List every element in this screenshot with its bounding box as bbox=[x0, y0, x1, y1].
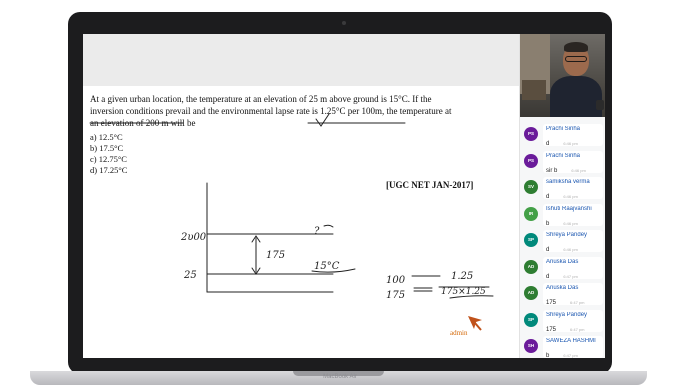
chat-time: 6:46 pm bbox=[563, 247, 578, 252]
chat-message: PS Prachi Sinha d 6:46 pm bbox=[523, 122, 605, 148]
chat-text: d bbox=[546, 141, 550, 147]
chat-message: SV samiksha verma d 6:46 pm bbox=[523, 175, 605, 201]
chat-message: SP Shreya Pandey d 6:46 pm bbox=[523, 228, 605, 254]
chat-message: IR Ishuti Raajvanshi b 6:46 pm bbox=[523, 202, 605, 228]
chat-text: 175 bbox=[546, 326, 557, 333]
chat-bubble: Prachi Sinha d 6:46 pm bbox=[543, 124, 603, 147]
tick-mark bbox=[315, 113, 330, 127]
label-elev-bottom: 25 bbox=[183, 270, 197, 281]
chat-panel: PS Prachi Sinha d 6:46 pm PS Prachi Sinha sir … bbox=[519, 34, 605, 358]
chat-time: 6:47 pm bbox=[570, 326, 585, 332]
label-base-temp: 15°C bbox=[314, 261, 340, 272]
avatar: SP bbox=[524, 233, 538, 247]
calc-r2-right: 175×1.25 bbox=[441, 287, 486, 297]
chat-message: AD Anuska Das 175 6:47 pm bbox=[523, 281, 605, 307]
chat-username: Prachi Sinha bbox=[546, 126, 581, 132]
chat-time: 6:46 pm bbox=[563, 194, 578, 199]
avatar: SH bbox=[524, 339, 538, 353]
chat-text: 175 bbox=[546, 300, 557, 306]
label-unknown: ? bbox=[314, 226, 320, 237]
cursor-icon bbox=[468, 316, 482, 329]
avatar: AD bbox=[524, 259, 538, 274]
avatar: SP bbox=[524, 312, 538, 327]
chat-username: samiksha verma bbox=[546, 179, 590, 185]
chat-text: d bbox=[546, 247, 550, 253]
chat-username: SAWEZA HASHMI bbox=[546, 338, 596, 344]
chat-username: Shreya Pandey bbox=[546, 311, 588, 318]
squiggle bbox=[323, 224, 334, 228]
chat-username: Prachi Sinha bbox=[546, 152, 581, 159]
chat-bubble: Prachi Sinha sir b 6:46 pm bbox=[543, 150, 603, 174]
chat-message: AD Anuska Das d 6:47 pm bbox=[523, 255, 605, 281]
calc-r2-left: 175 bbox=[386, 290, 405, 301]
avatar: IR bbox=[524, 206, 538, 221]
avatar: PS bbox=[524, 127, 538, 141]
label-diff: 175 bbox=[266, 250, 285, 261]
chat-username: Anuska Das bbox=[546, 258, 579, 265]
chat-time: 6:46 pm bbox=[563, 220, 578, 226]
chat-text: d bbox=[546, 273, 550, 280]
chat-text: b bbox=[546, 220, 550, 227]
avatar: SV bbox=[524, 180, 538, 194]
handwritten-sketch: 2υ00 25 175 ? 15°C 100 1.25 175 175×1.25 bbox=[89, 113, 494, 331]
chat-bubble: Anuska Das 175 6:47 pm bbox=[543, 283, 603, 306]
avatar: PS bbox=[524, 153, 538, 168]
chat-message: PS Prachi Sinha sir b 6:46 pm bbox=[523, 149, 605, 175]
avatar: AD bbox=[524, 286, 538, 300]
chat-time: 6:47 pm bbox=[563, 273, 578, 279]
chat-text: d bbox=[546, 194, 550, 200]
camera-dot bbox=[342, 21, 346, 25]
chat-bubble: Ishuti Raajvanshi b 6:46 pm bbox=[543, 203, 603, 227]
chat-bubble: samiksha verma d 6:46 pm bbox=[543, 177, 603, 200]
chat-text: sir b bbox=[546, 167, 558, 174]
chat-time: 6:47 pm bbox=[563, 353, 578, 358]
chat-username: Shreya Pandey bbox=[546, 232, 588, 238]
label-elev-top: 2υ00 bbox=[180, 232, 207, 243]
chat-bubble: Anuska Das d 6:47 pm bbox=[543, 256, 603, 280]
author-label: admin bbox=[450, 329, 468, 337]
presenter-video bbox=[520, 34, 605, 117]
chat-bubble: Shreya Pandey 175 6:47 pm bbox=[543, 309, 603, 333]
chat-text: b bbox=[546, 353, 550, 358]
calc-r1-right: 1.25 bbox=[451, 271, 473, 282]
chat-message: SP Shreya Pandey 175 6:47 pm bbox=[523, 308, 605, 334]
chat-bubble: SAWEZA HASHMI b 6:47 pm bbox=[543, 336, 603, 358]
chat-username: Anuska Das bbox=[546, 285, 579, 291]
laptop-brand: MacBook Air bbox=[323, 374, 357, 380]
slide-top-strip bbox=[83, 34, 519, 86]
chat-message: SH SAWEZA HASHMI b 6:47 pm bbox=[523, 334, 605, 358]
screen: At a given urban location, the temperatu… bbox=[83, 34, 605, 358]
slide: At a given urban location, the temperatu… bbox=[83, 86, 519, 358]
calc-r1-left: 100 bbox=[386, 275, 406, 286]
chat-bubble: Shreya Pandey d 6:46 pm bbox=[543, 230, 603, 253]
chat-time: 6:46 pm bbox=[571, 167, 586, 173]
chat-time: 6:46 pm bbox=[563, 141, 578, 146]
chat-username: Ishuti Raajvanshi bbox=[546, 205, 592, 212]
microphone-icon bbox=[596, 100, 604, 110]
chat-time: 6:47 pm bbox=[570, 300, 585, 305]
